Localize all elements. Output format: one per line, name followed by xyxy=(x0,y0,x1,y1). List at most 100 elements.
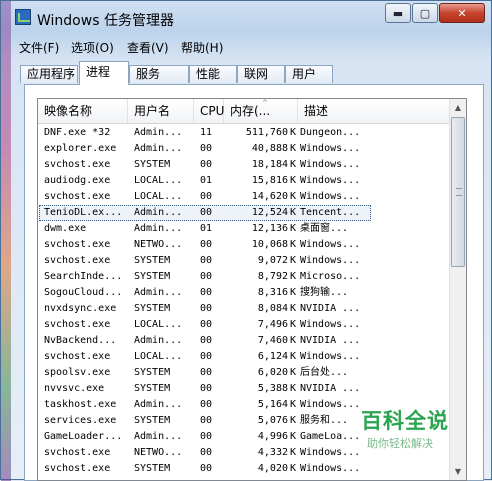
process-description: NVIDIA ... xyxy=(300,303,361,314)
menu-view[interactable]: 查看(V) xyxy=(127,39,169,56)
process-description: Windows... xyxy=(300,255,361,266)
process-cpu: 01 xyxy=(200,223,213,234)
process-memory-unit: K xyxy=(290,383,297,394)
process-description: Dungeon... xyxy=(300,127,361,138)
process-memory-unit: K xyxy=(290,255,297,266)
process-memory: 6,124 xyxy=(257,351,288,362)
maximize-icon: ▢ xyxy=(419,6,431,20)
table-row[interactable]: dwm.exe Admin... 01 12,136 K 桌面窗... xyxy=(38,221,451,237)
table-row[interactable]: nvxdsync.exe SYSTEM 00 8,084 K NVIDIA ... xyxy=(38,301,451,317)
process-user: Admin... xyxy=(134,335,183,346)
table-row[interactable]: spoolsv.exe SYSTEM 00 6,020 K 后台处... xyxy=(38,365,451,381)
process-description: Windows... xyxy=(300,319,361,330)
task-manager-window: Windows 任务管理器 ▬ ▢ ✕ 文件(F) 选项(O) 查看(V) 帮助… xyxy=(0,0,492,481)
tab-processes[interactable]: 进程 xyxy=(79,61,129,85)
process-user: SYSTEM xyxy=(134,303,171,314)
process-memory: 12,136 xyxy=(251,223,288,234)
process-cpu: 11 xyxy=(200,127,213,138)
menu-bar: 文件(F) 选项(O) 查看(V) 帮助(H) xyxy=(11,37,491,57)
table-row[interactable]: DNF.exe *32 Admin... 11 511,760 K Dungeon... xyxy=(38,125,451,141)
table-row[interactable]: svchost.exe SYSTEM 00 18,184 K Windows... xyxy=(38,157,451,173)
table-row[interactable]: svchost.exe LOCAL... 00 6,124 K Windows... xyxy=(38,349,451,365)
title-bar[interactable]: Windows 任务管理器 ▬ ▢ ✕ xyxy=(11,1,491,35)
process-memory: 5,076 xyxy=(257,415,288,426)
process-user: Admin... xyxy=(134,143,183,154)
tab-services[interactable]: 服务 xyxy=(129,65,189,83)
column-header-cpu[interactable]: CPU xyxy=(194,99,224,123)
process-description: 搜狗输... xyxy=(300,287,349,298)
tab-strip: 应用程序 进程 服务 性能 联网 用户 xyxy=(11,61,491,85)
menu-help[interactable]: 帮助(H) xyxy=(181,39,223,56)
process-user: Admin... xyxy=(134,127,183,138)
tab-networking[interactable]: 联网 xyxy=(237,65,285,83)
process-description: Windows... xyxy=(300,143,361,154)
menu-options[interactable]: 选项(O) xyxy=(71,39,114,56)
tab-performance[interactable]: 性能 xyxy=(189,65,237,83)
process-name: svchost.exe xyxy=(44,447,111,458)
process-memory-unit: K xyxy=(290,415,297,426)
process-name: SearchInde... xyxy=(44,271,123,282)
watermark-title: 百科全说 xyxy=(361,409,449,433)
minimize-button[interactable]: ▬ xyxy=(385,3,411,23)
table-row[interactable]: svchost.exe LOCAL... 00 14,620 K Windows... xyxy=(38,189,451,205)
close-icon: ✕ xyxy=(457,6,467,20)
process-memory-unit: K xyxy=(290,223,297,234)
process-memory: 8,792 xyxy=(257,271,288,282)
process-cpu: 00 xyxy=(200,271,213,282)
process-name: DNF.exe *32 xyxy=(44,127,111,138)
process-description: 后台处... xyxy=(300,367,349,378)
column-header-image-name[interactable]: 映像名称 xyxy=(38,99,128,123)
tab-users[interactable]: 用户 xyxy=(285,65,333,83)
task-manager-app-icon xyxy=(15,9,31,25)
column-header-memory[interactable]: 内存(... xyxy=(224,99,298,123)
process-cpu: 00 xyxy=(200,191,213,202)
maximize-button[interactable]: ▢ xyxy=(412,3,438,23)
process-memory: 4,332 xyxy=(257,447,288,458)
process-user: Admin... xyxy=(134,287,183,298)
process-name: svchost.exe xyxy=(44,159,111,170)
process-user: SYSTEM xyxy=(134,159,171,170)
table-row[interactable]: audiodg.exe LOCAL... 01 15,816 K Windows... xyxy=(38,173,451,189)
process-memory-unit: K xyxy=(290,463,297,474)
table-row[interactable]: NvBackend... Admin... 00 7,460 K NVIDIA ... xyxy=(38,333,451,349)
process-cpu: 00 xyxy=(200,143,213,154)
process-name: taskhost.exe xyxy=(44,399,117,410)
process-name: NvBackend... xyxy=(44,335,117,346)
scroll-up-icon[interactable]: ▲ xyxy=(450,99,466,116)
table-row[interactable]: svchost.exe SYSTEM 00 9,072 K Windows... xyxy=(38,253,451,269)
table-row[interactable]: TenioDL.ex... Admin... 00 12,524 K Tencent... xyxy=(38,205,451,221)
window-title: Windows 任务管理器 xyxy=(37,13,174,29)
close-button[interactable]: ✕ xyxy=(439,3,485,23)
process-cpu: 00 xyxy=(200,383,213,394)
process-memory: 7,460 xyxy=(257,335,288,346)
process-user: NETWO... xyxy=(134,447,183,458)
process-memory-unit: K xyxy=(290,303,297,314)
process-cpu: 00 xyxy=(200,367,213,378)
process-user: Admin... xyxy=(134,207,183,218)
scroll-down-icon[interactable]: ▼ xyxy=(450,463,466,480)
process-name: svchost.exe xyxy=(44,191,111,202)
process-name: svchost.exe xyxy=(44,463,111,474)
table-row[interactable]: svchost.exe LOCAL... 00 7,496 K Windows... xyxy=(38,317,451,333)
tab-applications[interactable]: 应用程序 xyxy=(20,65,78,83)
table-row[interactable]: explorer.exe Admin... 00 40,888 K Windows... xyxy=(38,141,451,157)
process-user: LOCAL... xyxy=(134,191,183,202)
desktop-background-strip xyxy=(1,1,11,481)
table-row[interactable]: SearchInde... SYSTEM 00 8,792 K Microso... xyxy=(38,269,451,285)
menu-file[interactable]: 文件(F) xyxy=(19,39,59,56)
process-name: svchost.exe xyxy=(44,255,111,266)
process-name: spoolsv.exe xyxy=(44,367,111,378)
process-name: svchost.exe xyxy=(44,351,111,362)
table-row[interactable]: SogouCloud... Admin... 00 8,316 K 搜狗输... xyxy=(38,285,451,301)
column-header-user-name[interactable]: 用户名 xyxy=(128,99,194,123)
scrollbar-thumb[interactable] xyxy=(451,117,465,267)
process-cpu: 01 xyxy=(200,175,213,186)
table-row[interactable]: svchost.exe NETWO... 00 10,068 K Windows... xyxy=(38,237,451,253)
process-memory-unit: K xyxy=(290,239,297,250)
table-row[interactable]: nvvsvc.exe SYSTEM 00 5,388 K NVIDIA ... xyxy=(38,381,451,397)
process-name: explorer.exe xyxy=(44,143,117,154)
table-row[interactable]: svchost.exe SYSTEM 00 4,020 K Windows... xyxy=(38,461,451,477)
column-header-description[interactable]: 描述 xyxy=(298,99,451,123)
process-cpu: 00 xyxy=(200,447,213,458)
process-cpu: 00 xyxy=(200,207,213,218)
